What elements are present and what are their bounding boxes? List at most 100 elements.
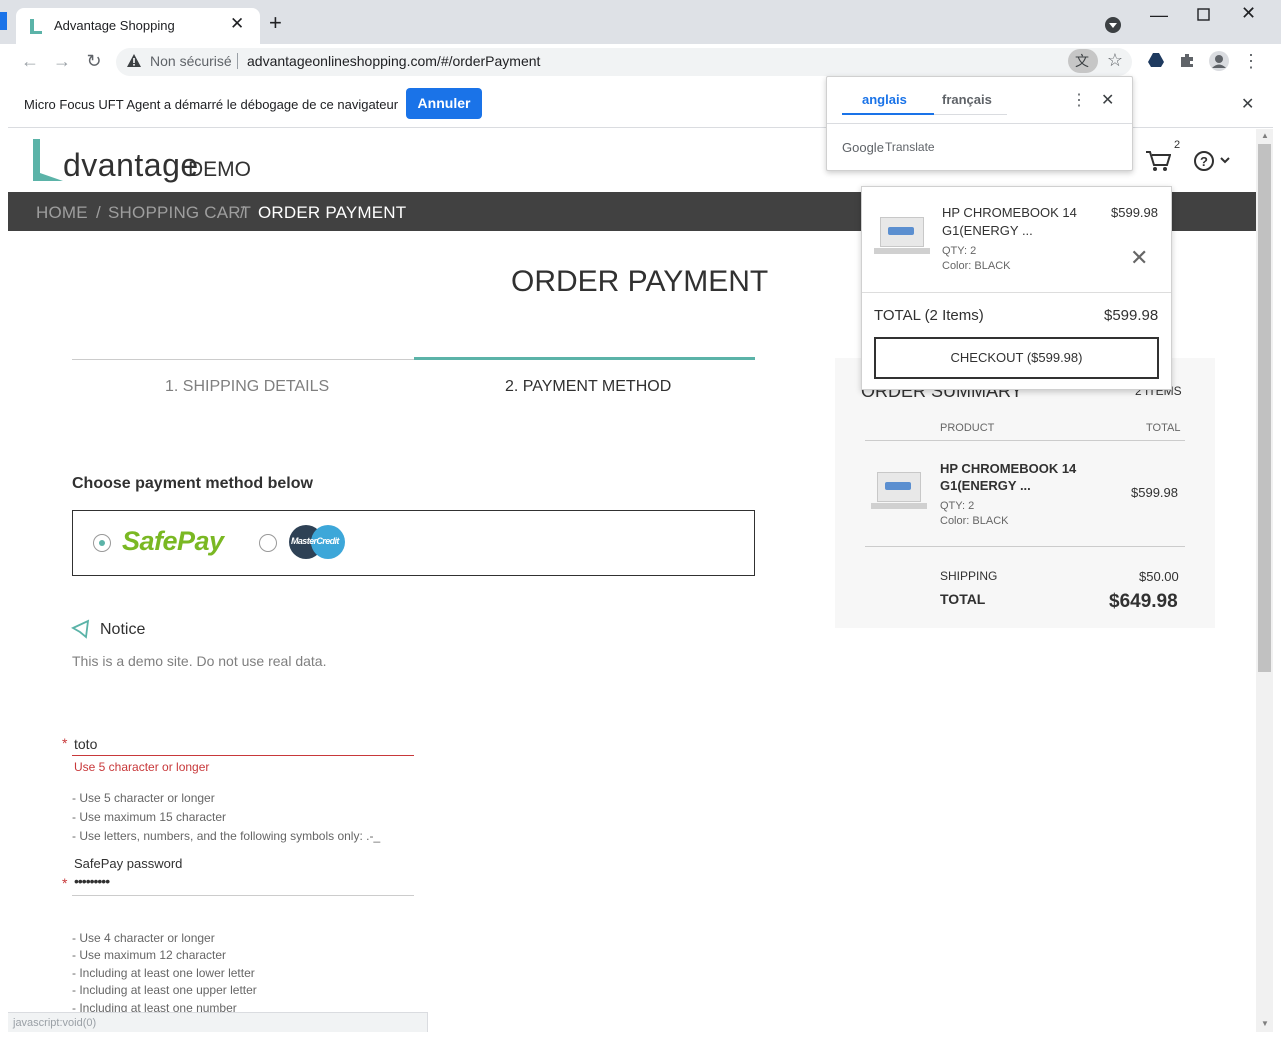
tab-title: Advantage Shopping (54, 18, 175, 33)
breadcrumb-home[interactable]: HOME (36, 203, 88, 223)
cart-dropdown: HP CHROMEBOOK 14 G1(ENERGY ... QTY: 2 Co… (861, 186, 1172, 390)
cart-total-label: TOTAL (2 Items) (874, 307, 984, 324)
cart-product-name-line1[interactable]: HP CHROMEBOOK 14 (942, 205, 1077, 220)
password-underline (72, 895, 414, 896)
step-1-line (72, 359, 414, 360)
payment-method-heading: Choose payment method below (72, 475, 313, 492)
browser-tab[interactable]: Advantage Shopping ✕ (16, 8, 260, 44)
total-value: $649.98 (1109, 591, 1178, 612)
bookmark-star-icon[interactable]: ☆ (1104, 50, 1126, 70)
username-hint: - Use maximum 15 character (72, 810, 227, 824)
summary-divider (865, 440, 1185, 441)
infobar-close-icon[interactable]: ✕ (1241, 94, 1254, 114)
product-thumbnail[interactable] (871, 470, 927, 514)
url-text[interactable]: advantageonlineshopping.com/#/orderPayme… (247, 53, 540, 69)
cart-total-value: $599.98 (1104, 307, 1159, 324)
tab-search-icon[interactable] (1104, 16, 1122, 34)
scroll-down-arrow-icon[interactable]: ▼ (1261, 1019, 1269, 1028)
warning-icon[interactable] (126, 53, 142, 68)
tab-close-icon[interactable]: ✕ (230, 14, 244, 34)
password-hint: - Including at least one upper letter (72, 983, 257, 997)
breadcrumb-shopping-cart[interactable]: SHOPPING CART (108, 203, 251, 223)
safepay-password-input[interactable]: ••••••••• (74, 873, 110, 889)
infobar-message: Micro Focus UFT Agent a démarré le débog… (24, 97, 399, 112)
password-hint: - Use 4 character or longer (72, 931, 215, 945)
notice-title: Notice (100, 621, 146, 638)
username-error: Use 5 character or longer (74, 760, 210, 774)
checkout-button[interactable]: CHECKOUT ($599.98) (874, 337, 1159, 379)
infobar-cancel-button[interactable]: Annuler (406, 88, 482, 119)
password-hint: - Including at least one lower letter (72, 966, 255, 980)
cart-product-price: $599.98 (1111, 205, 1158, 220)
extensions-puzzle-icon[interactable] (1179, 52, 1195, 68)
scroll-up-arrow-icon[interactable]: ▲ (1261, 131, 1269, 140)
shipping-label: SHIPPING (940, 569, 998, 583)
advantage-favicon-icon (30, 19, 42, 34)
step-shipping-details[interactable]: 1. SHIPPING DETAILS (165, 378, 329, 396)
username-underline (72, 755, 414, 756)
window-edge-strip (0, 12, 7, 30)
profile-avatar-icon[interactable] (1209, 51, 1229, 71)
cart-product-qty: QTY: 2 (942, 245, 977, 257)
summary-product-price: $599.98 (1131, 485, 1178, 500)
window-close-icon[interactable]: ✕ (1241, 3, 1256, 24)
mastercredit-radio[interactable] (259, 534, 277, 552)
step-payment-method[interactable]: 2. PAYMENT METHOD (505, 378, 671, 396)
logo-a-icon[interactable] (30, 137, 66, 183)
notice-text: This is a demo site. Do not use real dat… (72, 653, 327, 669)
translate-brand-google: Google (842, 140, 884, 155)
safepay-logo[interactable]: SafePay (122, 526, 224, 557)
translate-active-underline (842, 113, 934, 115)
translate-popup: anglais français ⋮ ✕ Google Translate (826, 76, 1133, 171)
cart-product-name-line2[interactable]: G1(ENERGY ... (942, 223, 1033, 238)
security-label[interactable]: Non sécurisé (150, 53, 232, 69)
remove-item-icon[interactable]: ✕ (1130, 247, 1148, 269)
logo-demo-text[interactable]: DEMO (188, 158, 251, 182)
scrollbar-thumb[interactable] (1258, 144, 1271, 672)
summary-product-name-line2[interactable]: G1(ENERGY ... (940, 478, 1031, 493)
summary-product-name-line1[interactable]: HP CHROMEBOOK 14 (940, 461, 1076, 476)
safepay-password-label: SafePay password (74, 856, 183, 871)
maximize-icon[interactable] (1197, 8, 1211, 22)
translate-options-icon[interactable]: ⋮ (1071, 90, 1087, 110)
summary-divider (865, 546, 1185, 547)
minimize-icon[interactable]: — (1150, 5, 1168, 26)
status-bubble: javascript:void(0) (8, 1012, 428, 1032)
cart-icon[interactable] (1145, 149, 1171, 173)
new-tab-icon[interactable]: + (269, 12, 282, 34)
summary-product-color: Color: BLACK (940, 515, 1009, 527)
back-icon[interactable]: ← (18, 51, 42, 71)
cart-divider (862, 292, 1171, 293)
translate-page-icon[interactable]: 文 (1068, 49, 1098, 73)
safepay-radio[interactable] (93, 534, 111, 552)
cart-product-thumbnail[interactable] (874, 215, 930, 259)
logo-text[interactable]: dvantage (63, 147, 199, 184)
reload-icon[interactable]: ↻ (82, 51, 106, 71)
breadcrumb-separator: / (96, 203, 101, 222)
page-viewport: dvantage DEMO 2 ? HOME / SHOPPING CART /… (8, 129, 1256, 1032)
order-summary-panel: ORDER SUMMARY 2 ITEMS PRODUCT TOTAL HP C… (835, 358, 1215, 628)
breadcrumb-separator: / (240, 203, 245, 222)
status-url: javascript:void(0) (13, 1017, 97, 1029)
column-total: TOTAL (1146, 422, 1181, 434)
safepay-username-input[interactable]: toto (74, 736, 97, 752)
chrome-menu-icon[interactable]: ⋮ (1241, 51, 1261, 71)
background-window-edge (0, 217, 8, 322)
translate-brand-translate: Translate (885, 140, 935, 154)
translate-target-tab[interactable]: français (942, 92, 992, 107)
username-hint: - Use letters, numbers, and the followin… (72, 829, 381, 843)
mastercredit-logo[interactable]: MasterCredit (289, 525, 347, 559)
required-asterisk: * (62, 875, 68, 891)
total-label: TOTAL (940, 591, 986, 607)
translate-divider (827, 123, 1132, 124)
translate-close-icon[interactable]: ✕ (1101, 90, 1114, 110)
required-asterisk: * (62, 735, 68, 751)
forward-icon[interactable]: → (50, 51, 74, 71)
password-hint: - Use maximum 12 character (72, 948, 227, 962)
help-icon[interactable]: ? (1194, 150, 1234, 172)
step-2-active-line (414, 357, 755, 360)
breadcrumb-order-payment: ORDER PAYMENT (258, 203, 407, 222)
translate-source-tab[interactable]: anglais (862, 92, 907, 107)
cart-product-color: Color: BLACK (942, 260, 1011, 272)
extension-drive-icon[interactable] (1147, 52, 1165, 68)
